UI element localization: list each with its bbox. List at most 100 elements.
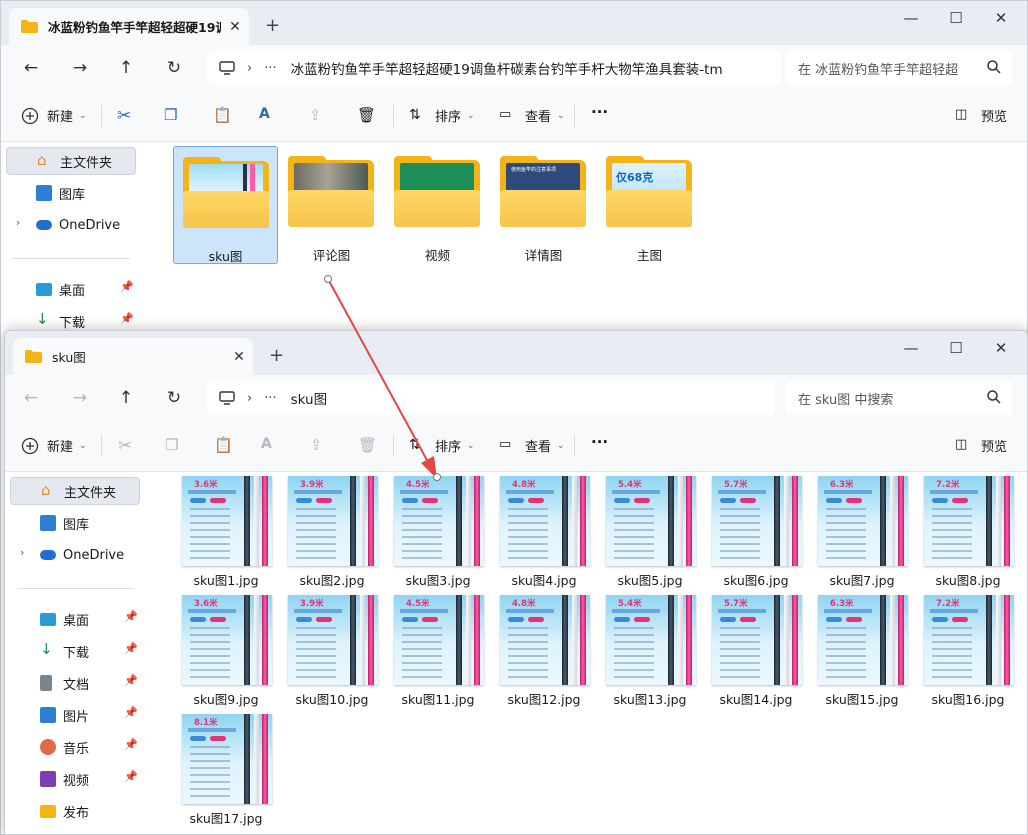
folder-tile[interactable]: 视频: [385, 146, 490, 264]
preview-button[interactable]: ◫ 预览: [955, 106, 1007, 126]
preview-spec-row: [932, 508, 972, 510]
back-icon[interactable]: ←: [18, 55, 44, 81]
sort-button[interactable]: ⇅ 排序 ⌄: [409, 106, 475, 126]
view-icon: ▭: [499, 436, 512, 452]
cut-icon[interactable]: ✂: [118, 436, 132, 456]
file-thumbnail[interactable]: 4.8米 sku图12.jpg: [488, 593, 594, 709]
preview-rod: [572, 476, 577, 566]
file-thumbnail[interactable]: 8.1米 sku图17.jpg: [170, 712, 276, 828]
file-thumbnail[interactable]: 3.6米 sku图1.jpg: [170, 474, 276, 590]
address-bar[interactable]: › ··· 冰蓝粉钓鱼竿手竿超轻超硬19调鱼杆碳素台钓竿手杆大物竿渔具套装-tm: [207, 51, 781, 85]
close-tab-icon[interactable]: ✕: [221, 19, 249, 35]
copy-icon[interactable]: ❐: [164, 106, 177, 124]
breadcrumb-overflow-icon[interactable]: ···: [264, 391, 276, 406]
file-thumbnail[interactable]: 5.7米 sku图6.jpg: [700, 474, 806, 590]
maximize-icon[interactable]: ☐: [941, 339, 971, 357]
search-input[interactable]: 在 sku图 中搜索: [786, 381, 1012, 415]
file-thumbnail[interactable]: 5.4米 sku图5.jpg: [594, 474, 700, 590]
delete-icon[interactable]: 🗑: [358, 436, 377, 454]
preview-button[interactable]: ◫ 预览: [955, 436, 1007, 456]
file-thumbnail[interactable]: 6.3米 sku图15.jpg: [806, 593, 912, 709]
share-icon[interactable]: ⇪: [310, 436, 323, 454]
back-icon[interactable]: ←: [18, 385, 44, 411]
paste-icon[interactable]: 📋: [213, 106, 232, 124]
sidebar-item-label: 主文件夹: [64, 485, 117, 501]
file-thumbnail[interactable]: 4.5米 sku图11.jpg: [382, 593, 488, 709]
file-thumbnail[interactable]: 7.2米 sku图8.jpg: [912, 474, 1018, 590]
sidebar-item-gallery[interactable]: 图库: [10, 509, 140, 537]
breadcrumb-overflow-icon[interactable]: ···: [264, 61, 276, 76]
folder-tile[interactable]: 仅68克 主图: [597, 146, 702, 264]
preview-rod: [890, 476, 895, 566]
sidebar-item-home[interactable]: ⌂ 主文件夹: [6, 147, 136, 175]
paste-icon[interactable]: 📋: [214, 436, 233, 454]
rename-icon[interactable]: A: [261, 436, 272, 452]
minimize-icon[interactable]: —: [896, 339, 926, 357]
tab-main-folder[interactable]: 冰蓝粉钓鱼竿手竿超轻超硬19调 ✕: [9, 8, 249, 45]
file-thumbnail[interactable]: 3.9米 sku图10.jpg: [276, 593, 382, 709]
folder-tile[interactable]: 使用鱼竿的注意事项 详情图: [491, 146, 596, 264]
file-thumbnail[interactable]: 4.8米 sku图4.jpg: [488, 474, 594, 590]
sort-button[interactable]: ⇅ 排序 ⌄: [409, 436, 475, 456]
new-button[interactable]: 新建 ⌄: [21, 106, 87, 125]
close-window-icon[interactable]: ✕: [986, 339, 1016, 357]
scrollbar[interactable]: [150, 472, 160, 834]
sidebar-item-desktop[interactable]: 桌面 📌: [10, 605, 140, 633]
sidebar-item-gallery[interactable]: 图库: [6, 179, 136, 207]
view-button[interactable]: ▭ 查看 ⌄: [499, 106, 565, 126]
file-thumbnail[interactable]: 7.2米 sku图16.jpg: [912, 593, 1018, 709]
sidebar-item-onedrive[interactable]: › OneDrive: [6, 211, 136, 239]
maximize-icon[interactable]: ☐: [941, 9, 971, 27]
share-icon[interactable]: ⇪: [309, 106, 322, 124]
preview-tag: [422, 498, 438, 503]
folder-tile[interactable]: sku图: [173, 146, 278, 264]
sidebar-item-pictures[interactable]: 图片 📌: [10, 701, 140, 729]
forward-icon[interactable]: →: [67, 55, 93, 81]
tab-sku-folder[interactable]: sku图 ✕: [13, 338, 253, 375]
up-icon[interactable]: ↑: [113, 55, 139, 81]
preview-spec-row: [614, 550, 654, 552]
more-options-icon[interactable]: ···: [591, 433, 608, 451]
address-bar[interactable]: › ··· sku图: [207, 381, 775, 415]
sidebar-item-home[interactable]: ⌂ 主文件夹: [10, 477, 140, 505]
cut-icon[interactable]: ✂: [117, 106, 131, 126]
folder-tile[interactable]: 评论图: [279, 146, 384, 264]
sidebar-item-videos[interactable]: 视频 📌: [10, 765, 140, 793]
sidebar-item-downloads[interactable]: ↓ 下载 📌: [10, 637, 140, 665]
close-tab-icon[interactable]: ✕: [225, 349, 253, 365]
minimize-icon[interactable]: —: [896, 9, 926, 27]
sidebar-item-desktop[interactable]: 桌面 📌: [6, 275, 136, 303]
sidebar-item-publish[interactable]: 发布: [10, 797, 140, 825]
new-tab-button[interactable]: +: [269, 345, 284, 366]
file-thumbnail[interactable]: 5.7米 sku图14.jpg: [700, 593, 806, 709]
file-thumbnail[interactable]: 6.3米 sku图7.jpg: [806, 474, 912, 590]
delete-icon[interactable]: 🗑: [357, 106, 376, 124]
up-icon[interactable]: ↑: [113, 385, 139, 411]
new-tab-button[interactable]: +: [265, 15, 280, 36]
sidebar-item-documents[interactable]: 文档 📌: [10, 669, 140, 697]
file-thumbnail[interactable]: 4.5米 sku图3.jpg: [382, 474, 488, 590]
preview-spec-row: [402, 543, 442, 545]
view-button[interactable]: ▭ 查看 ⌄: [499, 436, 565, 456]
sidebar-item-onedrive[interactable]: › OneDrive: [10, 541, 140, 569]
breadcrumb[interactable]: sku图: [291, 388, 328, 408]
preview-spec-row: [190, 515, 230, 517]
file-thumbnail[interactable]: 3.6米 sku图9.jpg: [170, 593, 276, 709]
more-options-icon[interactable]: ···: [591, 103, 608, 121]
rename-icon[interactable]: A: [259, 106, 270, 122]
preview-banner: [294, 490, 342, 494]
sidebar-item-music[interactable]: 音乐 📌: [10, 733, 140, 761]
search-input[interactable]: 在 冰蓝粉钓鱼竿手竿超轻超: [786, 51, 1012, 85]
new-button[interactable]: 新建 ⌄: [21, 436, 87, 455]
forward-icon[interactable]: →: [67, 385, 93, 411]
breadcrumb[interactable]: 冰蓝粉钓鱼竿手竿超轻超硬19调鱼杆碳素台钓竿手杆大物竿渔具套装-tm: [291, 58, 723, 78]
copy-icon[interactable]: ❐: [165, 436, 178, 454]
preview-spec-row: [190, 550, 230, 552]
file-thumbnail[interactable]: 3.9米 sku图2.jpg: [276, 474, 382, 590]
chevron-right-icon[interactable]: ›: [16, 216, 20, 229]
close-window-icon[interactable]: ✕: [986, 9, 1016, 27]
refresh-icon[interactable]: ↻: [161, 55, 187, 81]
refresh-icon[interactable]: ↻: [161, 385, 187, 411]
chevron-right-icon[interactable]: ›: [20, 546, 24, 559]
file-thumbnail[interactable]: 5.4米 sku图13.jpg: [594, 593, 700, 709]
